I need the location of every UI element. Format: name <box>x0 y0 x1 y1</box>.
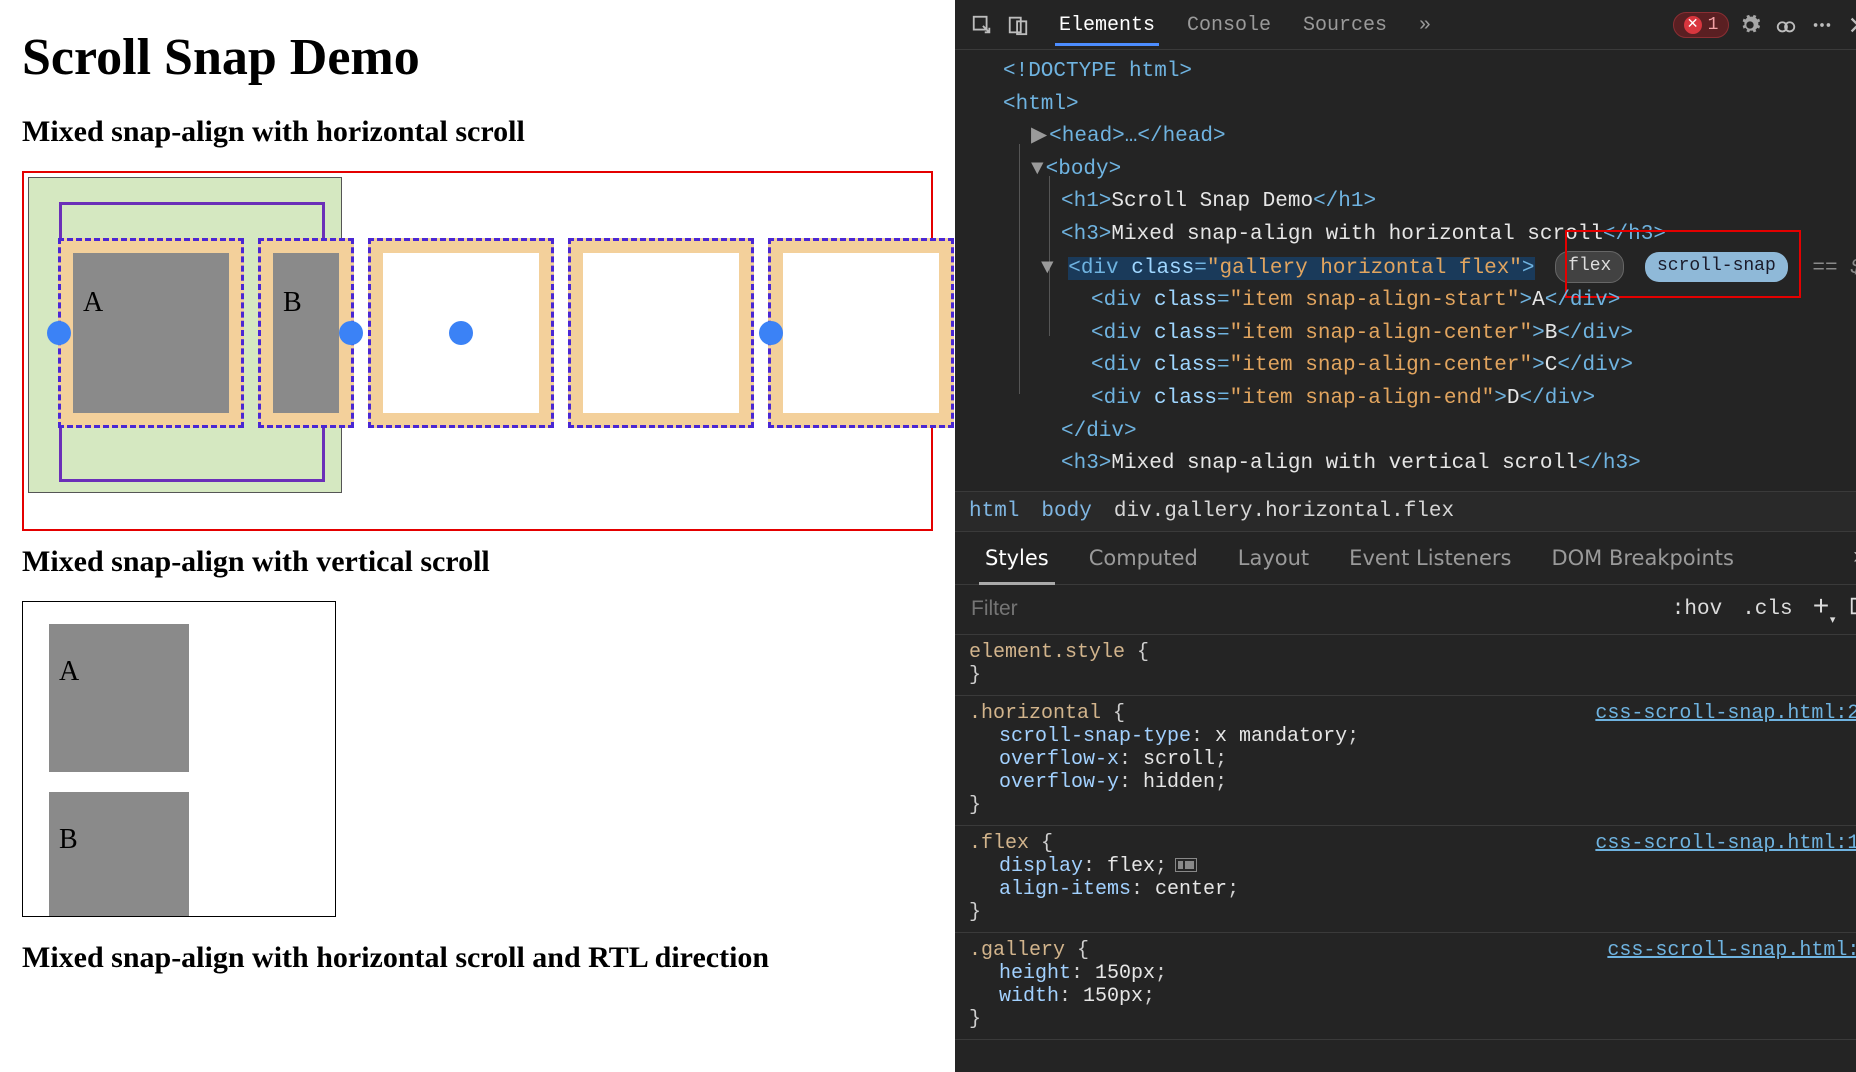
style-rule[interactable]: css-scroll-snap.html:6.gallery {height: … <box>955 933 1856 1040</box>
dom-node[interactable]: <!DOCTYPE html> <box>1003 60 1192 83</box>
gallery-item[interactable]: B <box>49 792 189 917</box>
hov-toggle[interactable]: :hov <box>1672 598 1722 621</box>
tab-dom-breakpoints[interactable]: DOM Breakpoints <box>1531 532 1754 584</box>
page-title: Scroll Snap Demo <box>22 28 933 87</box>
dom-node[interactable]: <head>…</head> <box>1049 125 1225 148</box>
gallery-item[interactable]: A <box>49 624 189 772</box>
gallery-item[interactable]: B <box>258 238 354 428</box>
more-menu-icon[interactable] <box>1807 10 1837 40</box>
tab-styles[interactable]: Styles <box>965 532 1069 584</box>
scroll-snap-badge[interactable]: scroll-snap <box>1645 252 1788 282</box>
dom-node[interactable]: </div> <box>1061 420 1137 443</box>
devtools-main-tabs: Elements Console Sources » <box>1045 4 1445 45</box>
dom-node[interactable]: <h3>Mixed snap-align with vertical scrol… <box>981 448 1856 481</box>
style-rule[interactable]: css-scroll-snap.html:21.horizontal {scro… <box>955 696 1856 826</box>
styles-filter-row: :hov .cls +▾ <box>955 585 1856 635</box>
selected-node-ref: == $0 <box>1812 257 1856 280</box>
dom-node[interactable]: <div class="item snap-align-center">B</d… <box>981 318 1856 351</box>
dom-node[interactable]: <div class="item snap-align-end">D</div> <box>981 383 1856 416</box>
gallery-item-label: B <box>273 253 339 413</box>
vertical-gallery[interactable]: A B <box>22 601 336 917</box>
dom-node-selected[interactable]: … ▼ <div class="gallery horizontal flex"… <box>981 251 1856 285</box>
dom-node[interactable]: <div class="item snap-align-start">A</di… <box>981 285 1856 318</box>
gallery-item[interactable] <box>368 238 554 428</box>
inspect-element-icon[interactable] <box>967 10 997 40</box>
flex-editor-icon[interactable] <box>1175 858 1197 872</box>
tab-computed[interactable]: Computed <box>1069 532 1218 584</box>
expand-triangle-icon[interactable]: ▶ <box>1031 125 1047 148</box>
style-rule[interactable]: css-scroll-snap.html:12.flex {display: f… <box>955 826 1856 933</box>
snap-point-dot <box>449 321 473 345</box>
section-heading-vertical: Mixed snap-align with vertical scroll <box>22 545 933 579</box>
device-toolbar-icon[interactable] <box>1003 10 1033 40</box>
tab-elements[interactable]: Elements <box>1045 4 1169 45</box>
section-heading-rtl: Mixed snap-align with horizontal scroll … <box>22 941 933 975</box>
gallery-items-row: A B <box>58 233 954 433</box>
close-devtools-icon[interactable] <box>1843 10 1856 40</box>
crumb-item[interactable]: div.gallery.horizontal.flex <box>1114 500 1454 523</box>
snap-point-dot <box>759 321 783 345</box>
section-heading-horizontal: Mixed snap-align with horizontal scroll <box>22 115 933 149</box>
gallery-item[interactable]: A <box>58 238 244 428</box>
error-icon: ✕ <box>1684 16 1702 34</box>
gallery-item-label: A <box>73 253 229 413</box>
dom-node[interactable]: <body> <box>1046 158 1122 181</box>
rendered-page: Scroll Snap Demo Mixed snap-align with h… <box>0 0 955 1072</box>
settings-gear-icon[interactable] <box>1735 10 1765 40</box>
computed-panel-toggle-icon[interactable] <box>1849 595 1856 624</box>
gallery-item-label <box>783 253 939 413</box>
devtools-highlight-overlay: A B <box>22 171 933 531</box>
tab-event-listeners[interactable]: Event Listeners <box>1329 532 1531 584</box>
snap-point-dot <box>339 321 363 345</box>
error-count-badge[interactable]: ✕ 1 <box>1673 12 1730 38</box>
gallery-item-label <box>583 253 739 413</box>
dom-node[interactable]: <div class="item snap-align-center">C</d… <box>981 350 1856 383</box>
tabs-overflow-icon[interactable]: » <box>1845 544 1856 571</box>
gallery-item[interactable] <box>768 238 954 428</box>
dom-tree[interactable]: <!DOCTYPE html> <html> ▶<head>…</head> ▼… <box>955 50 1856 491</box>
collapse-triangle-icon[interactable]: ▼ <box>1041 257 1054 280</box>
styles-tabs: Styles Computed Layout Event Listeners D… <box>955 532 1856 585</box>
flex-badge[interactable]: flex <box>1555 251 1624 283</box>
dom-node[interactable]: <html> <box>1003 93 1079 116</box>
snap-point-dot <box>47 321 71 345</box>
tabs-overflow[interactable]: » <box>1405 4 1445 45</box>
styles-filter-input[interactable] <box>969 596 1652 622</box>
devtools-toolbar: Elements Console Sources » ✕ 1 <box>955 0 1856 50</box>
rule-source-link[interactable]: css-scroll-snap.html:6 <box>1607 939 1856 962</box>
gallery-item[interactable] <box>568 238 754 428</box>
style-rule[interactable]: element.style {} <box>955 635 1856 696</box>
dom-breadcrumb[interactable]: html body div.gallery.horizontal.flex <box>955 491 1856 532</box>
tab-console[interactable]: Console <box>1173 4 1285 45</box>
rule-source-link[interactable]: css-scroll-snap.html:21 <box>1595 702 1856 725</box>
collapse-triangle-icon[interactable]: ▼ <box>1031 158 1044 181</box>
cls-toggle[interactable]: .cls <box>1742 598 1792 621</box>
style-rules-list[interactable]: element.style {}css-scroll-snap.html:21.… <box>955 635 1856 1072</box>
dom-node[interactable]: <h1>Scroll Snap Demo</h1> <box>981 186 1856 219</box>
error-count: 1 <box>1708 15 1719 35</box>
tab-sources[interactable]: Sources <box>1289 4 1401 45</box>
devtools-panel: Elements Console Sources » ✕ 1 <!DOCTYPE… <box>955 0 1856 1072</box>
activity-icon[interactable] <box>1771 10 1801 40</box>
new-rule-button[interactable]: +▾ <box>1813 595 1830 623</box>
rule-source-link[interactable]: css-scroll-snap.html:12 <box>1595 832 1856 855</box>
dom-node[interactable]: <h3>Mixed snap-align with horizontal scr… <box>981 219 1856 252</box>
tab-layout[interactable]: Layout <box>1218 532 1329 584</box>
crumb-item[interactable]: body <box>1041 500 1091 523</box>
crumb-item[interactable]: html <box>969 500 1019 523</box>
